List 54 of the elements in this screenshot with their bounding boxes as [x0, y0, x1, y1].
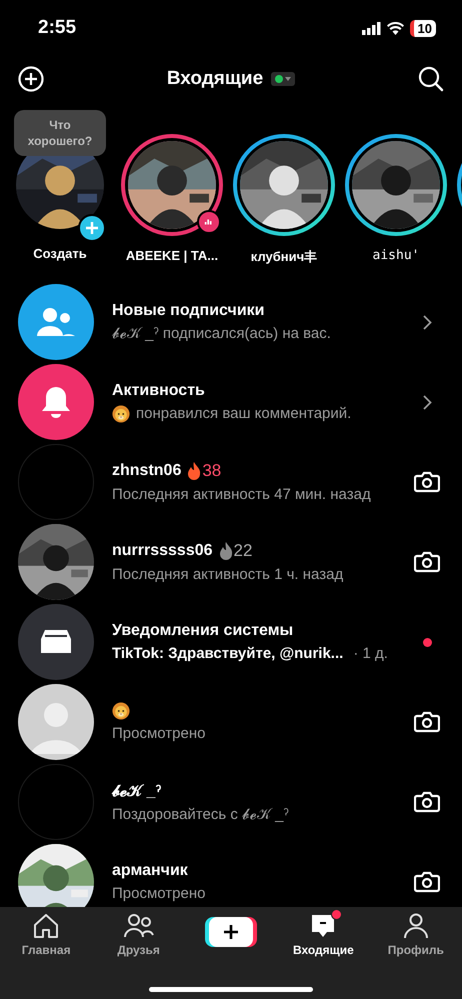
tooltip: Что хорошего?	[14, 110, 106, 156]
camera-icon[interactable]	[414, 551, 440, 573]
camera-icon[interactable]	[414, 871, 440, 893]
wifi-icon	[386, 22, 404, 34]
signal-icon	[362, 22, 381, 34]
row-title: zhnstn06	[112, 462, 182, 480]
caret-icon	[285, 77, 292, 81]
add-icon[interactable]	[18, 66, 44, 92]
row-subtitle: Просмотрено	[112, 725, 206, 742]
create-button[interactable]	[209, 917, 254, 947]
story-name: ABEEKE | TA...	[126, 248, 218, 263]
inbox-row[interactable]: Активность понравился ваш комментарий.	[0, 362, 462, 442]
inbox-row[interactable]: Просмотрено	[0, 682, 462, 762]
row-subtitle: Просмотрено	[112, 885, 206, 902]
nav-tab[interactable]: Друзья	[92, 913, 185, 973]
streak-count: 38	[202, 461, 222, 481]
row-subtitle: Последняя активность 47 мин. назад	[112, 486, 371, 503]
message-preview: TikTok: Здравствуйте, @nurik...	[112, 645, 344, 662]
camera-icon[interactable]	[414, 471, 440, 493]
nav-tab[interactable]: Главная	[0, 913, 92, 973]
row-subtitle: Последняя активность 1 ч. назад	[112, 566, 344, 583]
inbox-row[interactable]: nurrrsssss06 22 Последняя активность 1 ч. назад	[0, 522, 462, 602]
message-icon	[310, 913, 336, 939]
nav-tab[interactable]: Профиль	[370, 913, 462, 973]
story-name: Создать	[33, 246, 87, 261]
camera-icon[interactable]	[414, 711, 440, 733]
inbox-row[interactable]: Уведомления системы TikTok: Здравствуйте, @nurik... · 1 д.	[0, 602, 462, 682]
story-name: aishu'	[372, 248, 420, 263]
row-title: Новые подписчики	[112, 302, 265, 320]
camera-icon[interactable]	[414, 791, 440, 813]
row-subtitle: понравился ваш комментарий.	[136, 405, 352, 422]
message-time: · 1 д.	[353, 645, 388, 662]
page-title: Входящие	[166, 68, 264, 90]
row-title: арманчик	[112, 862, 188, 880]
row-subtitle: 𝓫𝓮𝒦 _ˀ подписался(ась) на вас.	[112, 325, 331, 342]
friends-icon	[124, 913, 154, 939]
row-subtitle: Поздоровайтесь с 𝓫𝓮𝒦 _ˀ	[112, 806, 289, 822]
row-title: nurrrsssss06	[112, 542, 213, 560]
search-icon[interactable]	[418, 66, 444, 92]
row-title: Уведомления системы	[112, 622, 294, 640]
profile-icon	[402, 913, 429, 939]
streak-count: 22	[234, 541, 252, 561]
clock: 2:55	[38, 17, 76, 39]
battery-indicator: 10	[410, 20, 436, 36]
story-name: клубнич丰	[250, 248, 318, 266]
inbox-row[interactable]: Новые подписчики 𝓫𝓮𝒦 _ˀ подписался(ась) на вас.	[0, 282, 462, 362]
inbox-row[interactable]: zhnstn06 38 Последняя активность 47 мин. назад	[0, 442, 462, 522]
plus-icon	[222, 923, 240, 941]
status-toggle[interactable]	[271, 72, 296, 86]
home-icon	[32, 913, 60, 939]
row-title: 𝓫𝓮𝒦 _ˀ	[112, 782, 162, 800]
row-title: Активность	[112, 382, 205, 400]
inbox-row[interactable]: 𝓫𝓮𝒦 _ˀ Поздоровайтесь с 𝓫𝓮𝒦 _ˀ	[0, 762, 462, 842]
nav-tab[interactable]: Входящие	[277, 913, 370, 973]
